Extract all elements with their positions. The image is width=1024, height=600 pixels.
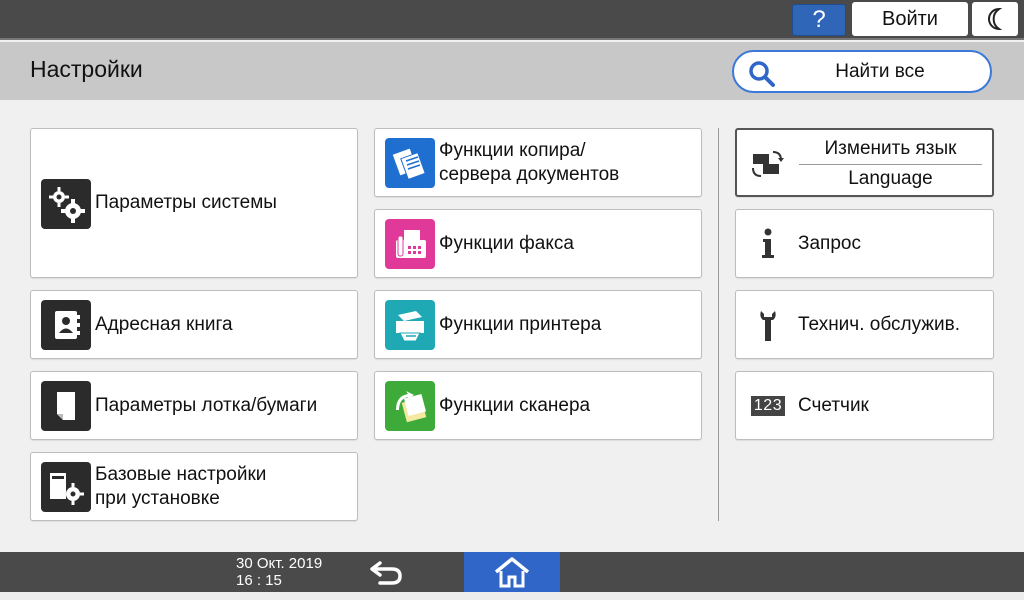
bottom-bar: 30 Окт. 2019 16 : 15 xyxy=(0,552,1024,592)
back-arrow-icon xyxy=(370,561,402,585)
date-text: 30 Окт. 2019 xyxy=(236,555,323,572)
tile-scanner-functions-label: Функции сканера xyxy=(439,395,591,416)
tile-scanner-functions[interactable]: Функции сканера xyxy=(374,371,702,440)
moon-icon xyxy=(988,7,1003,31)
help-label: ? xyxy=(812,6,826,33)
language-separator xyxy=(799,164,982,165)
printer-icon xyxy=(385,300,435,350)
scanner-icon xyxy=(385,381,435,431)
bottom-strip xyxy=(0,592,1024,600)
sleep-button[interactable] xyxy=(972,2,1018,36)
login-label: Войти xyxy=(882,7,938,30)
language-label: Language xyxy=(848,168,933,189)
tile-counter-label: Счетчик xyxy=(798,395,869,416)
column-divider xyxy=(718,128,719,521)
tile-copier-functions[interactable]: Функции копира/ сервера документов xyxy=(374,128,702,197)
date-time: 30 Окт. 2019 16 : 15 xyxy=(236,555,322,589)
machine-gear-icon xyxy=(41,462,91,512)
tile-inquiry[interactable]: Запрос xyxy=(735,209,994,278)
change-language-label: Изменить язык xyxy=(824,138,957,159)
counter-icon-text: 123 xyxy=(750,396,786,416)
time-text: 16 : 15 xyxy=(236,572,282,589)
search-all-button[interactable]: Найти все xyxy=(732,50,992,93)
home-button[interactable] xyxy=(464,552,560,592)
tile-fax-functions[interactable]: Функции факса xyxy=(374,209,702,278)
gears-icon xyxy=(41,179,91,229)
info-icon xyxy=(748,224,788,264)
tile-address-book-label: Адресная книга xyxy=(95,314,233,335)
tile-counter[interactable]: 123 Счетчик xyxy=(735,371,994,440)
top-bar: ? Войти xyxy=(0,0,1024,40)
tile-change-language[interactable]: Изменить язык Language xyxy=(735,128,994,197)
tile-printer-functions-label: Функции принтера xyxy=(439,314,602,335)
page-title: Настройки xyxy=(30,56,143,82)
tile-tray-paper-label: Параметры лотка/бумаги xyxy=(95,395,318,416)
tile-address-book[interactable]: Адресная книга xyxy=(30,290,358,359)
tile-maintenance[interactable]: Технич. обслужив. xyxy=(735,290,994,359)
back-button[interactable] xyxy=(356,552,416,592)
home-icon xyxy=(494,557,530,588)
tile-system-settings-label: Параметры системы xyxy=(95,192,277,213)
search-icon xyxy=(749,61,775,87)
help-button[interactable]: ? xyxy=(792,4,846,36)
copier-icon xyxy=(385,138,435,188)
settings-panel: Параметры системы Адресная книга Парамет… xyxy=(0,100,1024,552)
tile-tray-paper[interactable]: Параметры лотка/бумаги xyxy=(30,371,358,440)
tile-printer-functions[interactable]: Функции принтера xyxy=(374,290,702,359)
header-bar: Настройки Найти все xyxy=(0,42,1024,100)
tile-system-settings[interactable]: Параметры системы xyxy=(30,128,358,278)
login-button[interactable]: Войти xyxy=(852,2,968,36)
wrench-icon xyxy=(748,305,788,345)
counter-123-icon: 123 xyxy=(748,386,788,426)
tile-basic-settings[interactable]: Базовые настройки при установке xyxy=(30,452,358,521)
tile-maintenance-label: Технич. обслужив. xyxy=(798,314,960,335)
address-book-icon xyxy=(41,300,91,350)
fax-icon xyxy=(385,219,435,269)
tile-fax-functions-label: Функции факса xyxy=(439,233,574,254)
language-switch-icon xyxy=(749,142,789,182)
tile-basic-settings-label: Базовые настройки при установке xyxy=(95,464,267,509)
paper-icon xyxy=(41,381,91,431)
tile-inquiry-label: Запрос xyxy=(798,233,861,254)
tile-copier-functions-label: Функции копира/ сервера документов xyxy=(439,140,620,185)
